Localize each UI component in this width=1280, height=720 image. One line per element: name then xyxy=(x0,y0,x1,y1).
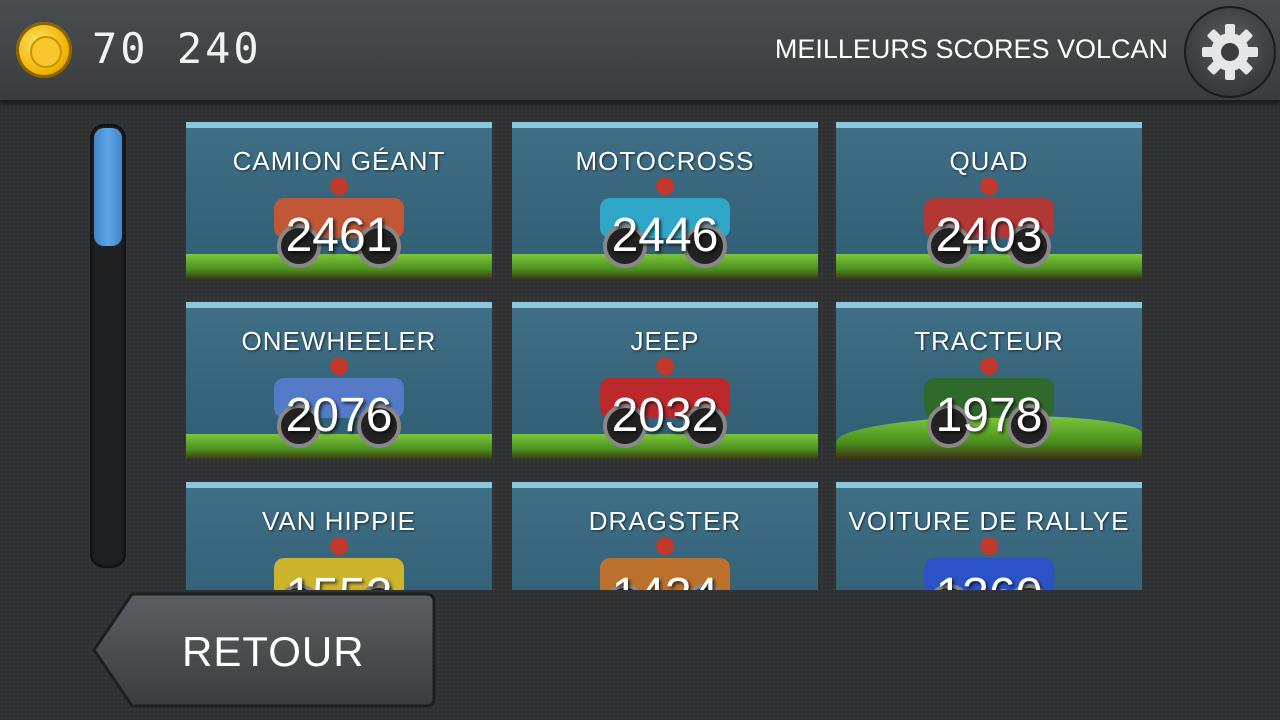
vehicle-score: 2446 xyxy=(611,209,719,262)
vehicle-card[interactable]: MOTOCROSS 2446 xyxy=(512,122,818,280)
vehicle-name: CAMION GÉANT xyxy=(232,146,446,176)
vehicle-name: VAN HIPPIE xyxy=(261,506,416,536)
vehicle-score: 1434 xyxy=(512,568,818,590)
coin-count: 70 240 xyxy=(92,24,262,73)
vehicle-card[interactable]: VAN HIPPIE 1552 xyxy=(186,482,492,590)
vehicle-name: DRAGSTER xyxy=(588,506,742,536)
vehicle-name: JEEP xyxy=(630,326,700,356)
vehicle-score: 1978 xyxy=(935,389,1043,442)
vehicle-card[interactable]: DRAGSTER 1434 xyxy=(512,482,818,590)
settings-button[interactable] xyxy=(1184,6,1276,98)
vehicle-name: MOTOCROSS xyxy=(575,146,755,176)
back-button-label[interactable]: RETOUR xyxy=(182,628,365,676)
vehicle-score: 2076 xyxy=(285,389,393,442)
scrollbar-track[interactable] xyxy=(90,124,126,568)
vehicle-card[interactable]: CAMION GÉANT 2461 xyxy=(186,122,492,280)
vehicle-name: TRACTEUR xyxy=(914,326,1064,356)
top-bar: 70 240 MEILLEURS SCORES VOLCAN xyxy=(0,0,1280,102)
gear-icon xyxy=(1202,24,1258,80)
vehicle-name: ONEWHEELER xyxy=(241,326,437,356)
vehicle-name: VOITURE DE RALLYE xyxy=(848,506,1130,536)
vehicle-score-grid[interactable]: CAMION GÉANT 2461 MOTOCROSS 2446 QUAD 2403 ONE… xyxy=(186,122,1146,590)
vehicle-card[interactable]: ONEWHEELER 2076 xyxy=(186,302,492,460)
coin-icon xyxy=(16,22,72,78)
vehicle-score: 2461 xyxy=(285,209,393,262)
vehicle-card[interactable]: TRACTEUR 1978 xyxy=(836,302,1142,460)
vehicle-card[interactable]: QUAD 2403 xyxy=(836,122,1142,280)
vehicle-score: 2032 xyxy=(611,389,719,442)
vehicle-card[interactable]: JEEP 2032 xyxy=(512,302,818,460)
scrollbar-thumb[interactable] xyxy=(94,128,122,246)
vehicle-score: 2403 xyxy=(935,209,1043,262)
vehicle-score: 1552 xyxy=(186,568,492,590)
vehicle-name: QUAD xyxy=(949,146,1029,176)
vehicle-card[interactable]: VOITURE DE RALLYE 1360 xyxy=(836,482,1142,590)
vehicle-score: 1360 xyxy=(836,568,1142,590)
screen-title: MEILLEURS SCORES VOLCAN xyxy=(774,34,1168,64)
